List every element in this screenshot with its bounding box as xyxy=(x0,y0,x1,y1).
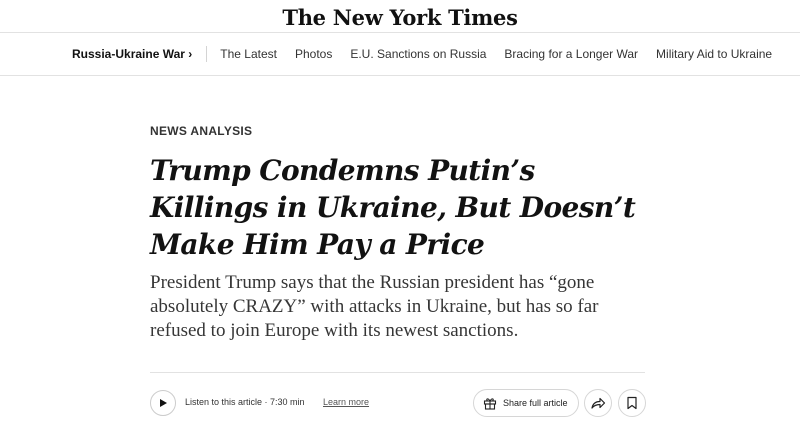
article-headline: Trump Condemns Putin’s Killings in Ukrai… xyxy=(150,154,636,261)
nav-link-military-aid[interactable]: Military Aid to Ukraine xyxy=(656,47,772,61)
gift-icon xyxy=(483,398,497,410)
share-arrow-button[interactable] xyxy=(584,389,612,417)
nav-link-photos[interactable]: Photos xyxy=(295,47,332,61)
bookmark-button[interactable] xyxy=(618,389,646,417)
bookmark-icon xyxy=(627,396,637,410)
nav-link-eu-sanctions[interactable]: E.U. Sanctions on Russia xyxy=(350,47,486,61)
section-link[interactable]: Russia-Ukraine War › xyxy=(72,47,192,61)
chevron-right-icon: › xyxy=(188,47,193,61)
section-label: Russia-Ukraine War xyxy=(72,47,185,61)
nav-link-longer-war[interactable]: Bracing for a Longer War xyxy=(504,47,638,61)
article-summary: President Trump says that the Russian pr… xyxy=(150,272,599,341)
toolbar-divider xyxy=(150,372,645,373)
share-arrow-icon xyxy=(591,397,606,409)
play-icon xyxy=(160,399,167,407)
section-nav: Russia-Ukraine War › The Latest Photos E… xyxy=(0,33,800,75)
masthead-bar: The New York Times xyxy=(0,0,800,32)
nav-divider-line xyxy=(0,75,800,76)
nav-links: The Latest Photos E.U. Sanctions on Russ… xyxy=(220,47,790,61)
nav-divider xyxy=(206,46,208,62)
article-toolbar: Listen to this article · 7:30 min Learn … xyxy=(150,389,650,419)
listen-label: Listen to this article · 7:30 min xyxy=(185,397,305,407)
nav-link-the-latest[interactable]: The Latest xyxy=(220,47,277,61)
nyt-logo[interactable]: The New York Times xyxy=(282,5,518,30)
share-label: Share full article xyxy=(503,398,568,408)
article-kicker: NEWS ANALYSIS xyxy=(150,124,253,138)
learn-more-link[interactable]: Learn more xyxy=(323,397,369,407)
play-audio-button[interactable] xyxy=(150,390,176,416)
share-full-article-button[interactable]: Share full article xyxy=(473,389,579,417)
